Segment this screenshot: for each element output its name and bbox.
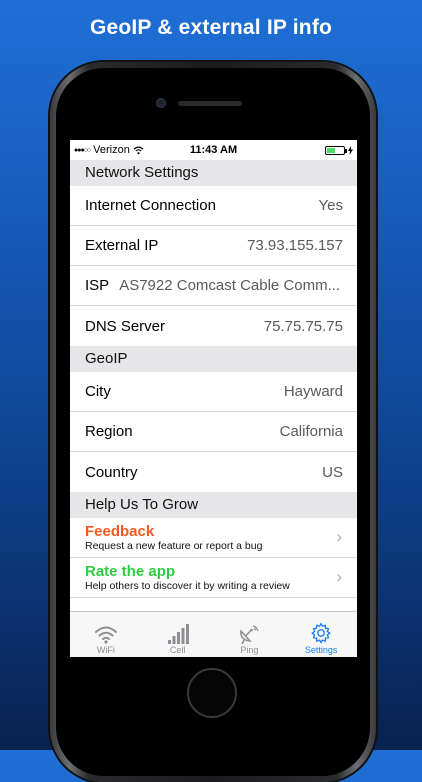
row-label: City <box>85 383 111 400</box>
row-label: ISP <box>85 277 110 294</box>
satellite-dish-icon <box>240 625 259 644</box>
row-isp: ISP AS7922 Comcast Cable Comm... <box>70 266 357 306</box>
signal-bars-icon <box>167 624 189 644</box>
earpiece-speaker <box>178 101 242 106</box>
chevron-right-icon: › <box>335 527 343 548</box>
row-value: Yes <box>318 197 343 214</box>
gear-icon <box>311 622 331 644</box>
row-dns-server: DNS Server 75.75.75.75 <box>70 306 357 346</box>
tab-wifi[interactable]: WiFi <box>70 612 142 657</box>
tab-label: Settings <box>304 645 338 655</box>
feedback-title: Feedback <box>85 522 155 540</box>
row-label: Internet Connection <box>85 197 216 214</box>
charging-bolt-icon <box>348 145 353 155</box>
row-region: Region California <box>70 412 357 452</box>
feedback-text: Feedback Request a new feature or report… <box>85 523 262 553</box>
row-value: 73.93.155.157 <box>247 237 343 254</box>
row-country: Country US <box>70 452 357 492</box>
wifi-icon <box>94 626 117 644</box>
chevron-right-icon: › <box>335 567 343 588</box>
row-label: Region <box>85 423 133 440</box>
app-screen: ●●●○○ Verizon 11:43 AM Network Settings … <box>70 140 357 657</box>
tab-label: WiFi <box>96 645 115 655</box>
row-value: 75.75.75.75 <box>263 317 343 335</box>
signal-dots-icon: ●●●○○ <box>74 146 91 154</box>
status-bar: ●●●○○ Verizon 11:43 AM <box>70 140 357 160</box>
carrier-name: Verizon <box>93 144 130 156</box>
carrier-group: ●●●○○ Verizon <box>74 144 144 156</box>
tab-settings[interactable]: Settings <box>285 612 357 657</box>
feedback-subtitle: Request a new feature or report a bug <box>85 539 263 552</box>
rate-app-title: Rate the app <box>85 562 176 580</box>
rate-app-subtitle: Help others to discover it by writing a … <box>85 579 290 592</box>
row-value: AS7922 Comcast Cable Comm... <box>119 277 341 294</box>
tab-label: Ping <box>240 645 259 655</box>
section-header-network: Network Settings <box>70 160 357 186</box>
row-value: US <box>322 463 343 481</box>
rate-app-link[interactable]: Rate the app Help others to discover it … <box>70 558 357 598</box>
row-value: Hayward <box>283 383 343 400</box>
row-label: External IP <box>85 237 159 254</box>
rate-app-text: Rate the app Help others to discover it … <box>85 563 290 593</box>
wifi-status-icon <box>133 146 144 154</box>
promo-headline: GeoIP & external IP info <box>89 16 333 39</box>
home-button[interactable] <box>187 668 237 718</box>
row-city: City Hayward <box>70 372 357 412</box>
row-label: DNS Server <box>85 317 166 335</box>
row-internet-connection: Internet Connection Yes <box>70 186 357 226</box>
section-header-geoip: GeoIP <box>70 346 357 372</box>
section-header-grow: Help Us To Grow <box>70 492 357 518</box>
battery-icon <box>325 145 347 155</box>
battery-group <box>325 145 353 155</box>
row-value: California <box>279 423 343 440</box>
tab-cell[interactable]: Cell <box>142 612 214 657</box>
row-label: Country <box>85 463 138 481</box>
tab-ping[interactable]: Ping <box>214 612 286 657</box>
tab-label: Cell <box>169 645 186 655</box>
row-external-ip: External IP 73.93.155.157 <box>70 226 357 266</box>
front-camera <box>156 98 166 108</box>
feedback-link[interactable]: Feedback Request a new feature or report… <box>70 518 357 558</box>
tab-bar: WiFi Cell Ping Settings <box>70 611 357 657</box>
